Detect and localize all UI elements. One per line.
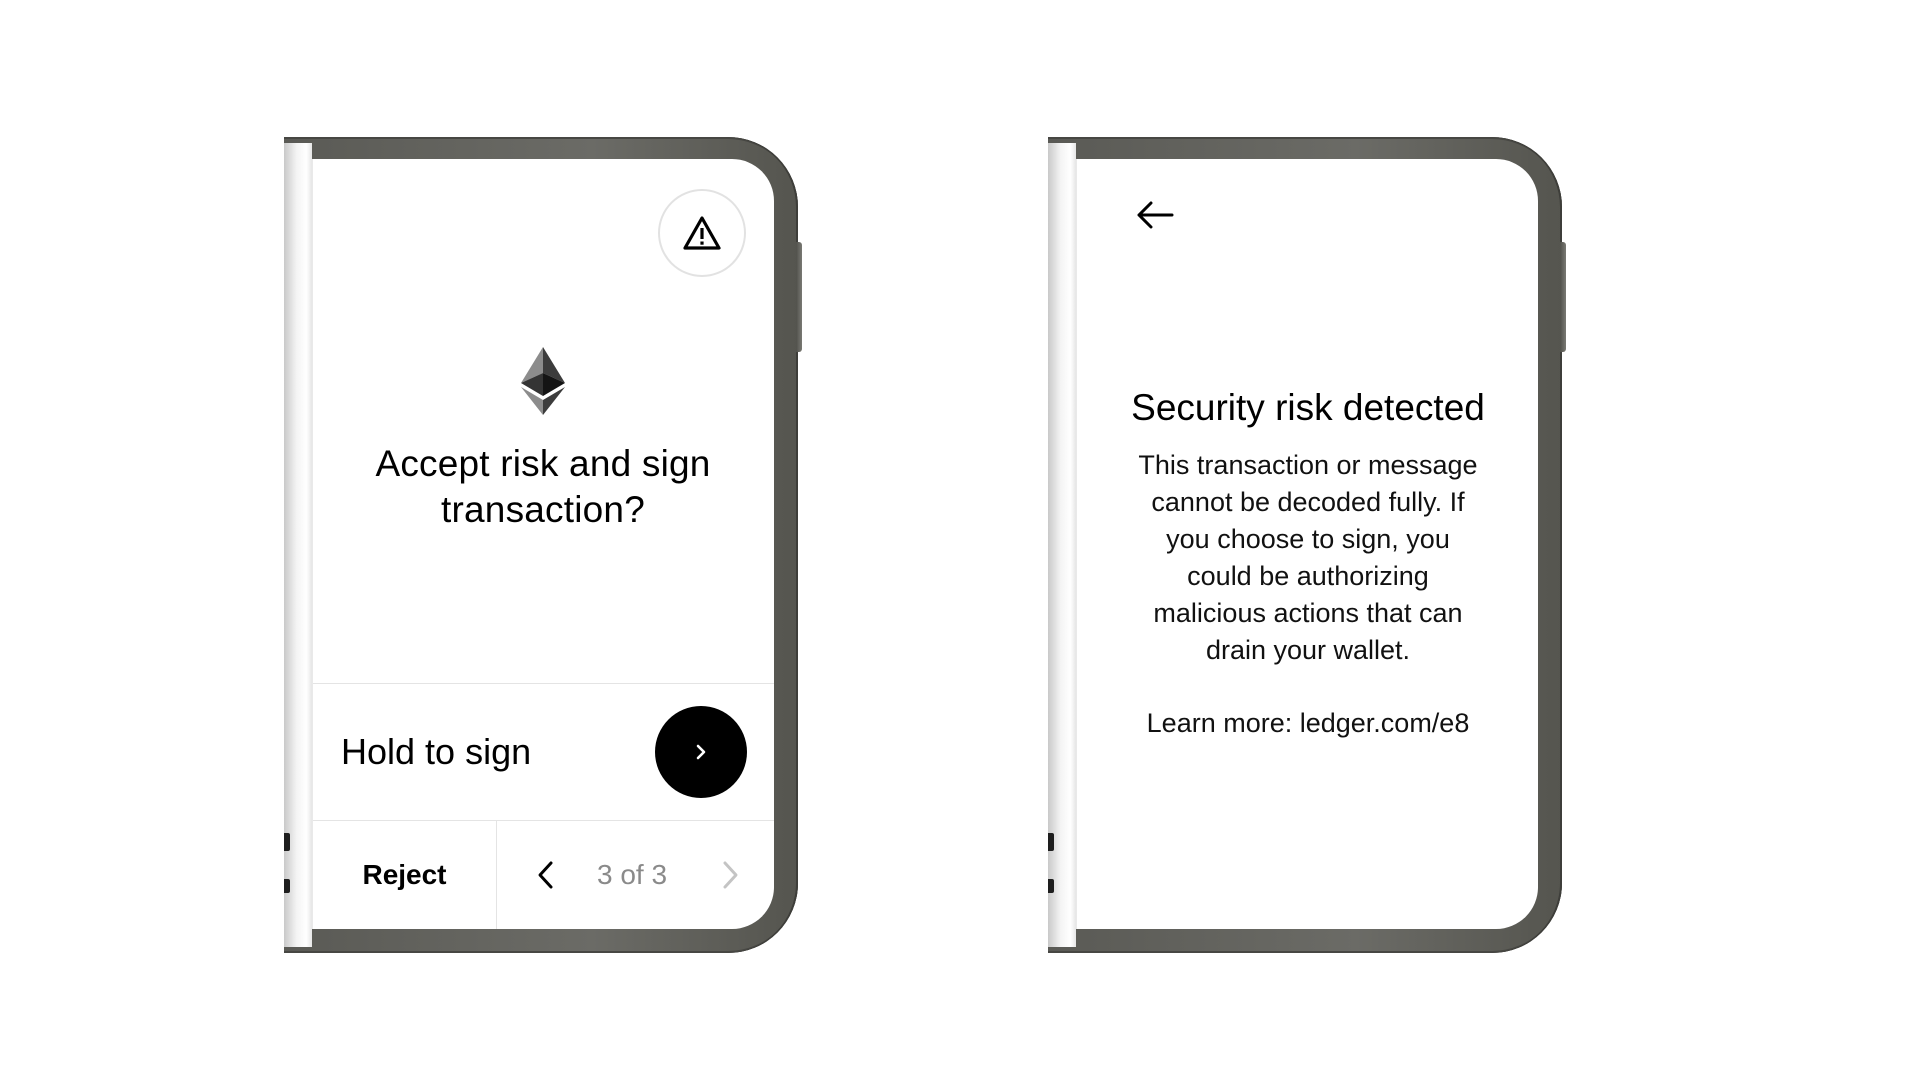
page-title: Accept risk and sign transaction?	[375, 443, 711, 530]
device-port	[1048, 879, 1054, 893]
footer-navigation: Reject 3 of 3	[313, 821, 774, 929]
arrow-left-icon	[1137, 201, 1174, 229]
hold-to-sign-button[interactable]	[655, 706, 747, 798]
next-page-button[interactable]	[709, 855, 749, 895]
ethereum-icon	[521, 347, 565, 415]
chevron-right-icon	[696, 744, 706, 760]
device-side-button	[796, 242, 802, 352]
reject-button[interactable]: Reject	[313, 821, 497, 929]
chevron-right-icon	[723, 861, 738, 889]
previous-page-button[interactable]	[527, 855, 567, 895]
device-port	[1048, 833, 1054, 851]
device-right: Security risk detected This transaction …	[1048, 137, 1566, 953]
device-port	[284, 833, 290, 851]
scene: Accept risk and sign transaction? Hold t…	[0, 0, 1920, 1080]
device-left-edge	[284, 143, 312, 947]
pager: 3 of 3	[497, 821, 774, 929]
warning-button[interactable]	[658, 189, 746, 277]
back-button[interactable]	[1127, 187, 1183, 243]
hold-to-sign-label: Hold to sign	[341, 731, 532, 772]
device-port	[284, 879, 290, 893]
screen-sign-transaction: Accept risk and sign transaction? Hold t…	[312, 159, 774, 929]
page-title: Security risk detected	[1131, 387, 1485, 428]
device-left: Accept risk and sign transaction? Hold t…	[284, 137, 802, 953]
chevron-left-icon	[538, 861, 553, 889]
warning-triangle-icon	[683, 216, 721, 250]
risk-description: This transaction or message cannot be de…	[1138, 450, 1478, 665]
hold-to-sign-row[interactable]: Hold to sign	[313, 683, 774, 821]
learn-more-text: Learn more: ledger.com/e8	[1146, 708, 1470, 738]
device-left-edge	[1048, 143, 1076, 947]
screen-security-risk: Security risk detected This transaction …	[1076, 159, 1538, 929]
device-side-button	[1560, 242, 1566, 352]
page-count: 3 of 3	[596, 859, 668, 890]
